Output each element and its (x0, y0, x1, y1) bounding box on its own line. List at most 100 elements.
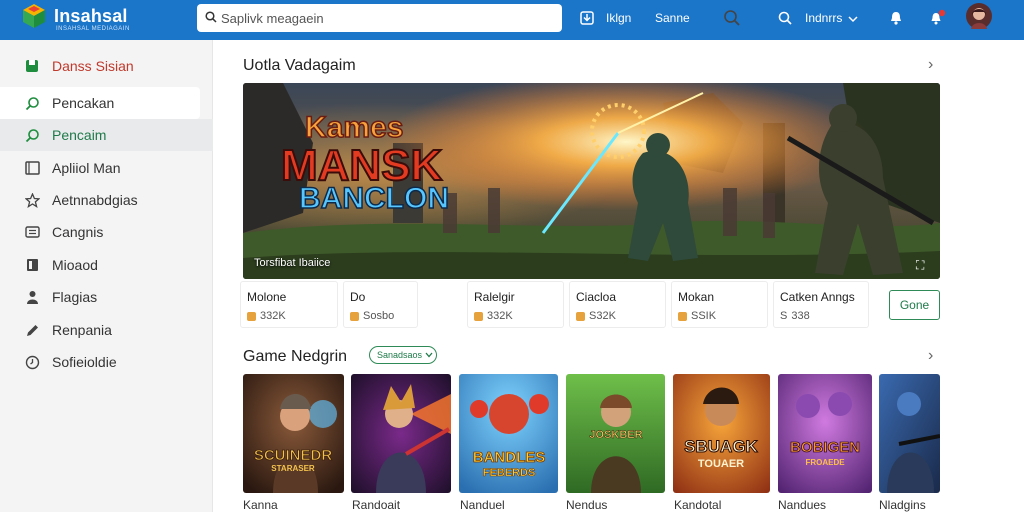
category-stat: S32K (576, 310, 616, 322)
games-section-title: Game Nedgrin (243, 348, 348, 365)
search-input[interactable] (221, 8, 511, 28)
sidebar-item-label: Pencakan (52, 95, 115, 111)
person-icon (24, 289, 40, 305)
category-card[interactable]: Ralelgir 332K (467, 281, 564, 328)
game-name[interactable]: Nanduel (460, 498, 505, 512)
user-menu-label[interactable]: Indnrrs (805, 11, 842, 25)
featured-banner[interactable]: Kames MANSK BANCLON (243, 83, 940, 279)
sidebar-item-label: Mioaod (52, 257, 98, 273)
game-name[interactable]: Nandues (778, 498, 826, 512)
avatar[interactable] (966, 3, 992, 29)
sidebar-item-label: Danss Sisian (52, 58, 134, 74)
search-icon[interactable] (778, 11, 792, 25)
sidebar-item-label: Apliiol Man (52, 160, 121, 176)
category-card[interactable]: Ciacloa S32K (569, 281, 666, 328)
sidebar: Danss Sisian Pencakan Pencaim Apliiol Ma… (0, 40, 213, 512)
category-card[interactable]: Mokan SSIK (671, 281, 768, 328)
search-bar[interactable] (197, 4, 740, 32)
chevron-down-icon (425, 352, 433, 358)
brand-subtitle: INSAHSAL MEDIAGAIN (56, 26, 130, 32)
sidebar-item-0[interactable]: Danss Sisian (0, 50, 213, 82)
search-icon (24, 127, 40, 143)
category-title: Ralelgir (474, 290, 515, 304)
game-tile[interactable]: BOBIGEN FROAEDE (778, 374, 872, 493)
game-art-title: BOBIGEN (790, 439, 860, 456)
game-tile[interactable]: SCUINEDR STARASER (243, 374, 344, 493)
category-stat-value: SSIK (691, 310, 717, 322)
game-name[interactable]: Randoait (352, 498, 400, 512)
sidebar-item-5[interactable]: Cangnis (0, 216, 213, 248)
sidebar-item-2[interactable]: Pencaim (0, 119, 213, 151)
notification-icon[interactable] (928, 9, 946, 27)
category-stat-value: S32K (589, 310, 616, 322)
monitor-icon (24, 160, 40, 176)
game-tile[interactable]: BANDLES FEBERDS (459, 374, 558, 493)
sidebar-item-label: Cangnis (52, 224, 104, 240)
category-stat: 332K (474, 310, 513, 322)
bookmark-icon (24, 257, 40, 273)
nav-link-1[interactable]: Iklgn (606, 11, 631, 25)
star-icon (576, 311, 585, 321)
game-tile[interactable]: JOSKBER (566, 374, 665, 493)
game-name[interactable]: Kanna (243, 498, 278, 512)
app-logo-icon[interactable] (22, 3, 46, 29)
bookmark-icon (24, 58, 40, 74)
game-name[interactable]: Nladgins (879, 498, 926, 512)
category-card[interactable]: Do Sosbo (343, 281, 418, 328)
sidebar-item-3[interactable]: Apliiol Man (0, 152, 213, 184)
category-title: Molone (247, 290, 287, 304)
category-title: Mokan (678, 290, 715, 304)
s-icon: S (780, 310, 788, 322)
search-submit-icon[interactable] (723, 9, 741, 27)
sidebar-item-label: Flagias (52, 289, 98, 305)
fullscreen-icon[interactable]: ⛶ (916, 258, 924, 273)
category-stat: S 338 (780, 310, 810, 322)
sidebar-item-1[interactable]: Pencakan (0, 87, 200, 119)
game-art-title: SBUAGK (684, 437, 758, 456)
chevron-right-icon[interactable]: › (928, 56, 933, 74)
category-stat-value: 332K (487, 310, 513, 322)
filter-dropdown[interactable]: Sanadsaos (369, 346, 437, 364)
category-stat-value: Sosbo (363, 310, 395, 322)
sidebar-item-9[interactable]: Sofieioldie (0, 346, 213, 378)
banner-title-line-1: Kames (305, 111, 403, 144)
chevron-down-icon[interactable] (848, 15, 858, 23)
bell-icon[interactable] (888, 10, 904, 26)
game-art-subtitle: TOUAER (698, 458, 744, 470)
sidebar-item-label: Pencaim (52, 127, 107, 143)
sidebar-item-6[interactable]: Mioaod (0, 249, 213, 281)
category-title: Ciacloa (576, 290, 617, 304)
game-tile[interactable] (351, 374, 451, 493)
category-stat: 332K (247, 310, 286, 322)
sidebar-item-4[interactable]: Aetnnabdgias (0, 184, 213, 216)
category-title: Do (350, 290, 366, 304)
brand-name[interactable]: Insahsal (54, 6, 128, 27)
category-stat: Sosbo (350, 310, 394, 322)
game-art-title: JOSKBER (589, 429, 642, 441)
more-button[interactable]: Gone (889, 290, 940, 320)
star-icon (247, 311, 256, 321)
sidebar-item-label: Aetnnabdgias (52, 192, 138, 208)
search-icon (205, 11, 217, 23)
chevron-right-icon[interactable]: › (928, 347, 933, 365)
game-name[interactable]: Kandotal (674, 498, 721, 512)
sidebar-item-8[interactable]: Renpania (0, 314, 213, 346)
download-icon[interactable] (580, 11, 594, 25)
nav-link-2[interactable]: Sanne (655, 11, 690, 25)
game-art-title: SCUINEDR (254, 447, 333, 464)
clock-icon (24, 354, 40, 370)
category-title: Catken Anngs (780, 290, 855, 304)
game-art-subtitle: FROAEDE (805, 458, 845, 467)
banner-title-line-3: BANCLON (299, 182, 449, 215)
category-card[interactable]: Catken Anngs S 338 (773, 281, 869, 328)
game-tile[interactable] (879, 374, 940, 493)
star-icon (24, 192, 40, 208)
box-icon (678, 311, 687, 321)
category-card[interactable]: Molone 332K (240, 281, 338, 328)
game-name[interactable]: Nendus (566, 498, 607, 512)
box-icon (350, 311, 359, 321)
game-tile[interactable]: SBUAGK TOUAER (673, 374, 770, 493)
sidebar-item-label: Sofieioldie (52, 354, 117, 370)
banner-caption: Torsfibat Ibaiice (254, 257, 331, 269)
sidebar-item-7[interactable]: Flagias (0, 281, 213, 313)
